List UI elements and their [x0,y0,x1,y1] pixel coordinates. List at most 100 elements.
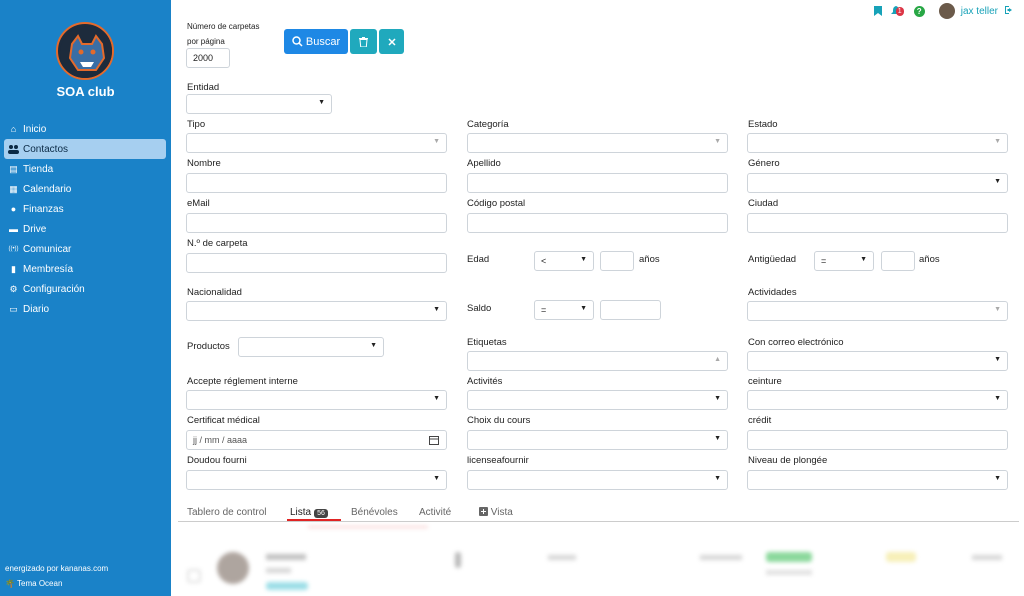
tab-activity[interactable]: Activité [419,507,451,518]
logout-icon[interactable] [1004,5,1014,18]
sidebar-item-label: Configuración [23,283,85,295]
surname-field[interactable] [467,173,728,193]
balance-label: Saldo [467,303,492,314]
view-tabs: Tablero de control Lista 56 Bénévoles Act… [178,502,1019,522]
dive-level-select[interactable]: ▼ [747,470,1008,490]
gender-select[interactable]: ▼ [747,173,1008,193]
folder-number-field[interactable] [186,253,447,273]
chevron-down-icon: ▼ [994,306,1001,313]
per-page-label-2: por página [187,37,225,46]
sidebar-item-comunicar[interactable]: ((•)) Comunicar [4,239,166,259]
chevron-down-icon: ▼ [994,395,1001,402]
tab-volunteers[interactable]: Bénévoles [351,507,398,518]
balance-value-field[interactable] [600,300,661,320]
delete-button[interactable] [350,29,377,54]
search-button[interactable]: Buscar [284,29,348,54]
club-logo[interactable] [56,22,114,80]
doudou-label: Doudou fourni [187,455,247,466]
theme-selector[interactable]: 🌴 Tema Ocean [5,579,62,588]
tab-list[interactable]: Lista 56 [290,507,328,518]
help-icon[interactable]: ? [913,5,925,17]
age-label: Edad [467,254,490,265]
list-count-badge: 56 [314,509,328,518]
clear-button[interactable] [379,29,404,54]
status-label: Estado [748,119,778,130]
chevron-down-icon: ▼ [860,256,867,263]
search-icon [292,36,303,47]
tags-select[interactable]: ▲ [467,351,728,371]
chevron-down-icon: ▼ [580,305,587,312]
with-email-label: Con correo electrónico [748,337,844,348]
seniority-operator-value: = [821,256,827,266]
postal-code-field[interactable] [467,213,728,233]
status-select[interactable]: ▼ [747,133,1008,153]
category-select[interactable]: ▼ [467,133,728,153]
seniority-operator-select[interactable]: = ▼ [814,251,874,271]
activities-select[interactable]: ▼ [747,301,1008,321]
chevron-down-icon: ▼ [580,256,587,263]
credit-field[interactable] [747,430,1008,450]
sidebar-item-membresia[interactable]: ▮ Membresía [4,259,166,279]
credit-label: crédit [748,415,772,426]
sidebar-item-contactos[interactable]: Contactos [4,139,166,159]
rules-select[interactable]: ▼ [186,390,447,410]
list-preview-blurred [178,524,1019,596]
username-link[interactable]: jax teller [961,6,998,17]
age-operator-select[interactable]: < ▼ [534,251,594,271]
sidebar-item-tienda[interactable]: ▤ Tienda [4,159,166,179]
sidebar-item-finanzas[interactable]: ● Finanzas [4,199,166,219]
chevron-down-icon: ▼ [433,475,440,482]
active-tab-indicator [287,519,341,521]
years-label-2: años [919,254,940,265]
sidebar-item-configuracion[interactable]: ⚙ Configuración [4,279,166,299]
powered-by-link[interactable]: energizado por kananas.com [5,564,108,573]
sidebar-item-label: Tienda [23,163,54,175]
plus-square-icon [479,507,488,516]
sidebar-item-diario[interactable]: ▭ Diario [4,299,166,319]
search-button-label: Buscar [305,35,341,48]
sidebar-item-calendario[interactable]: ▦ Calendario [4,179,166,199]
age-value-field[interactable] [600,251,634,271]
belt-select[interactable]: ▼ [747,390,1008,410]
sidebar-item-inicio[interactable]: ⌂ Inicio [4,119,166,139]
balance-operator-select[interactable]: = ▼ [534,300,594,320]
chevron-down-icon: ▼ [433,395,440,402]
entity-select[interactable]: ▼ [186,94,332,114]
type-select[interactable]: ▼ [186,133,447,153]
home-icon: ⌂ [10,123,17,134]
seniority-value-field[interactable] [881,251,915,271]
sidebar-item-label: Calendario [23,183,72,195]
per-page-input[interactable]: 2000 [186,48,230,68]
nationality-select[interactable]: ▼ [186,301,447,321]
avatar[interactable] [938,3,955,19]
course-select[interactable]: ▼ [467,430,728,450]
activites-label: Activités [467,376,503,387]
gear-icon: ⚙ [9,283,18,294]
chevron-down-icon: ▼ [714,435,721,442]
tab-dashboard[interactable]: Tablero de control [187,507,267,518]
tab-view[interactable]: Vista [479,507,513,518]
doudou-select[interactable]: ▼ [186,470,447,490]
with-email-select[interactable]: ▼ [747,351,1008,371]
folder-number-label: N.º de carpeta [187,238,248,249]
rules-label: Accepte réglement interne [187,376,298,387]
surname-label: Apellido [467,158,501,169]
piggy-bank-icon: ● [10,203,17,214]
email-field[interactable] [186,213,447,233]
activites-select[interactable]: ▼ [467,390,728,410]
sidebar-item-drive[interactable]: ▬ Drive [4,219,166,239]
chevron-down-icon: ▼ [714,475,721,482]
license-select[interactable]: ▼ [467,470,728,490]
seniority-label: Antigüedad [748,254,797,265]
bookmark-icon[interactable] [872,5,884,17]
sidebar-nav: ⌂ Inicio Contactos ▤ Tienda ▦ Calendario ● F… [4,119,166,319]
notification-bell-icon[interactable]: 1 [890,5,904,17]
medical-certificate-date-field[interactable]: jj / mm / aaaa [186,430,447,450]
name-field[interactable] [186,173,447,193]
city-field[interactable] [747,213,1008,233]
topbar: 1 ? jax teller [872,3,1014,19]
sidebar-item-label: Membresía [23,263,74,275]
chevron-down-icon: ▼ [714,138,721,145]
products-select[interactable]: ▼ [238,337,384,357]
sidebar: SOA club ⌂ Inicio Contactos ▤ Tienda ▦ Cale… [0,0,171,596]
